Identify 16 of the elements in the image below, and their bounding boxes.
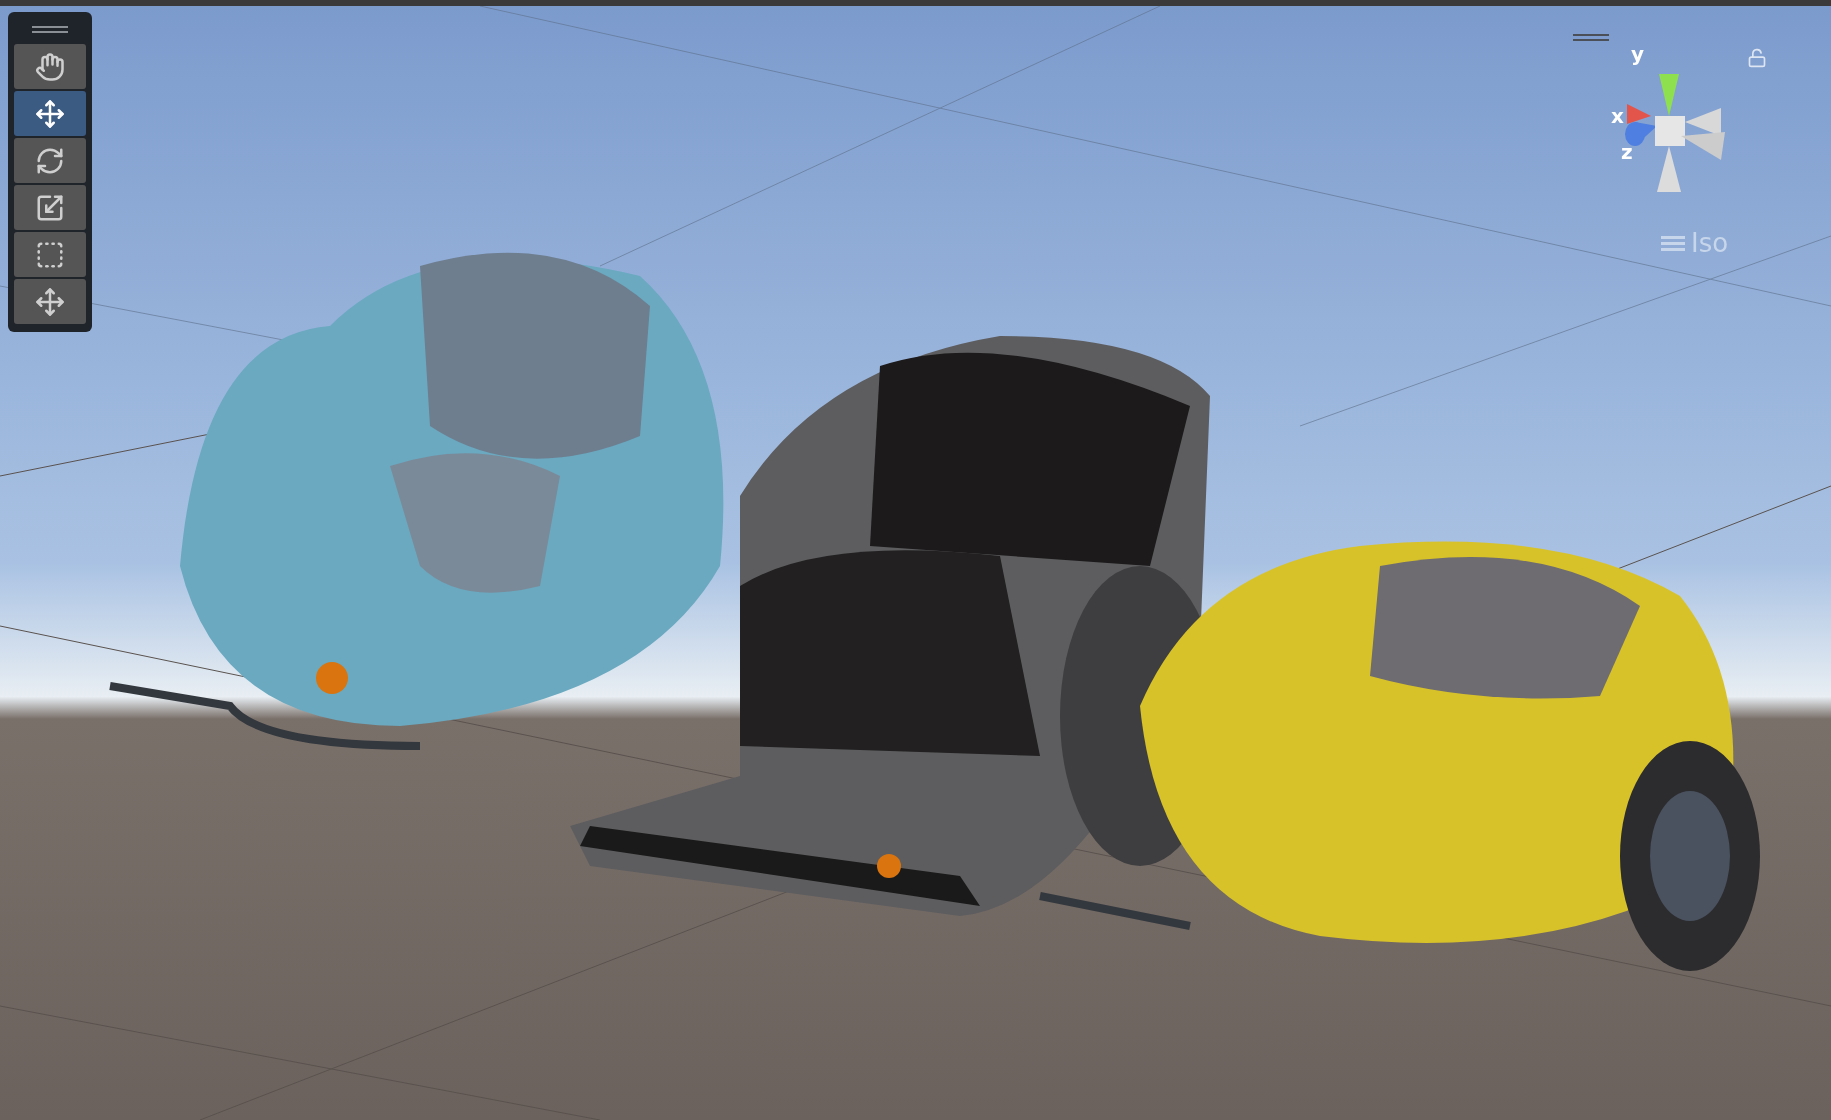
hand-tool-button[interactable] bbox=[14, 44, 86, 89]
move-icon bbox=[35, 98, 65, 129]
move-tool-button[interactable] bbox=[14, 91, 86, 136]
transform-icon bbox=[35, 286, 65, 317]
transform-tool-button[interactable] bbox=[14, 279, 86, 324]
axis-label: z bbox=[1621, 142, 1633, 162]
scale-icon bbox=[35, 192, 65, 223]
rotate-tool-button[interactable] bbox=[14, 138, 86, 183]
drag-handle-icon[interactable] bbox=[32, 26, 68, 34]
axis-label: x bbox=[1611, 106, 1624, 126]
axis-label: y bbox=[1631, 44, 1645, 64]
drag-handle-icon[interactable] bbox=[1573, 34, 1609, 42]
hand-icon bbox=[35, 51, 65, 82]
projection-label[interactable]: Iso bbox=[1691, 228, 1729, 258]
scale-tool-button[interactable] bbox=[14, 185, 86, 230]
rect-tool-button[interactable] bbox=[14, 232, 86, 277]
